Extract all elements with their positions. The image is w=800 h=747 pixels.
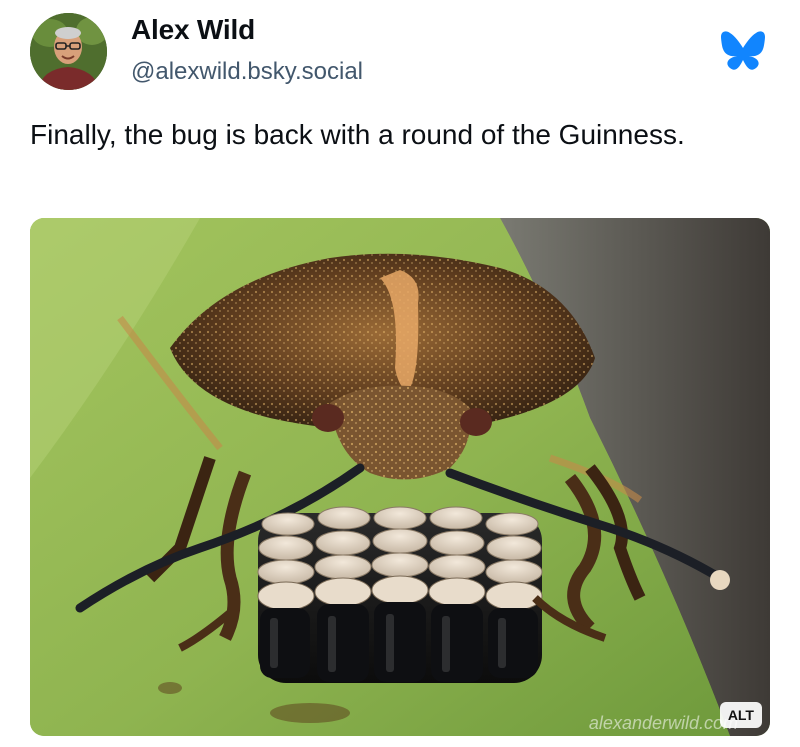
post-image[interactable]: alexanderwild.com ALT bbox=[30, 218, 770, 736]
author-name[interactable]: Alex Wild bbox=[131, 14, 255, 46]
author-handle[interactable]: @alexwild.bsky.social bbox=[131, 58, 363, 86]
watermark: alexanderwild.com bbox=[588, 713, 738, 733]
post-card: Alex Wild @alexwild.bsky.social Finally,… bbox=[0, 0, 800, 747]
stink-bug-photo bbox=[30, 218, 770, 736]
alt-text-button[interactable]: ALT bbox=[719, 702, 762, 728]
egg-cluster bbox=[257, 506, 543, 683]
bluesky-butterfly-icon[interactable] bbox=[720, 30, 766, 70]
post-text: Finally, the bug is back with a round of… bbox=[30, 119, 685, 150]
avatar[interactable] bbox=[30, 13, 107, 90]
avatar-photo-icon bbox=[30, 13, 107, 90]
